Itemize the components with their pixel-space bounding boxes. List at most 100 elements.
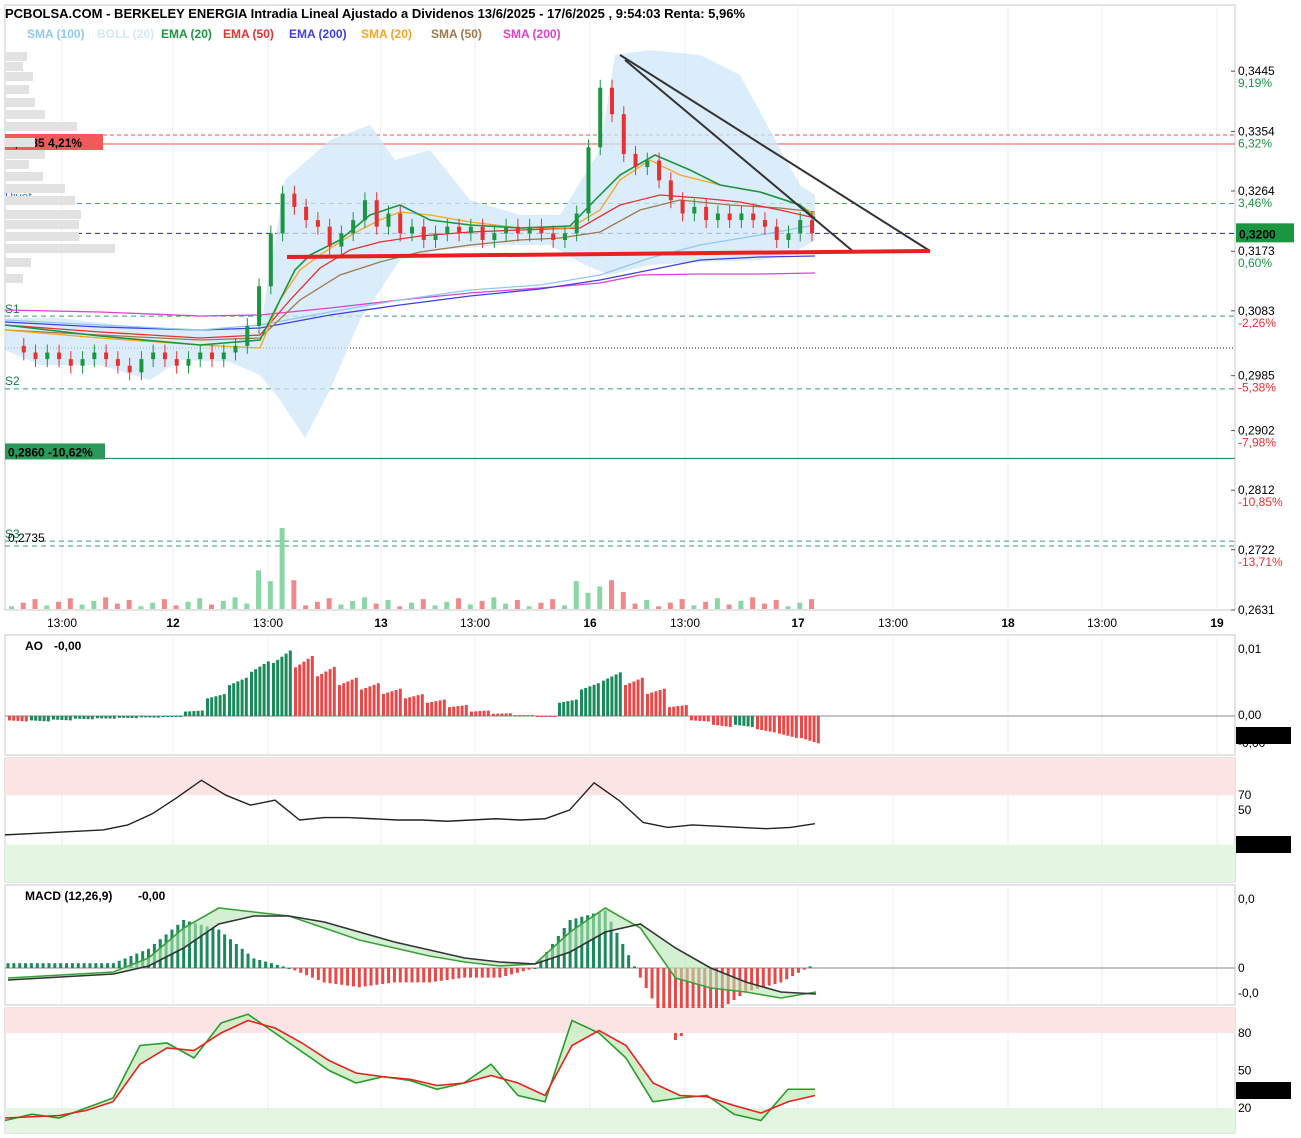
ao-bar: [442, 699, 446, 716]
ao-bar: [408, 697, 412, 716]
volume-bar: [785, 606, 791, 609]
candle-body: [786, 233, 791, 240]
candle-body: [727, 213, 732, 221]
ao-bar: [724, 716, 728, 727]
volume-profile-bar-3: [5, 85, 29, 94]
candle-body: [257, 286, 262, 327]
ao-bar: [206, 698, 209, 716]
ao-bar: [486, 710, 490, 716]
macd-histogram-bar: [293, 968, 297, 971]
volume-bar: [67, 598, 73, 609]
rsi-current-text: 47,045: [1239, 838, 1276, 852]
price-pct-label: 9,19%: [1238, 76, 1272, 90]
ao-bar: [646, 693, 649, 716]
ao-bar: [794, 716, 798, 738]
ao-label: AO: [25, 639, 43, 653]
ao-bar: [474, 711, 478, 716]
ao-bar: [376, 683, 380, 716]
volume-profile-bar-2: [5, 72, 33, 81]
macd-histogram-bar: [773, 968, 777, 984]
ao-bar: [562, 701, 566, 716]
candle-body: [339, 233, 344, 247]
ao-bar: [38, 716, 42, 721]
ao-bar: [218, 695, 222, 716]
ao-bar: [496, 713, 500, 716]
ao-bar: [250, 671, 253, 716]
candle-body: [774, 226, 779, 240]
macd-histogram-bar: [24, 963, 28, 968]
volume-bar: [20, 602, 26, 609]
ao-bar: [68, 716, 72, 721]
macd-histogram-bar: [480, 968, 484, 978]
ao-bar: [372, 684, 376, 716]
macd-histogram-bar: [615, 932, 619, 968]
macd-histogram-bar: [375, 968, 379, 985]
ao-bar: [654, 691, 658, 716]
candle-body: [598, 87, 603, 148]
volume-bar: [56, 601, 62, 609]
ao-bar: [232, 683, 236, 716]
sto-tick: 80: [1238, 1026, 1252, 1040]
ao-bar: [16, 716, 20, 721]
volume-bar: [761, 603, 767, 609]
candle-body: [292, 193, 297, 207]
price-pct-label: -10,85%: [1238, 495, 1283, 509]
ao-bar: [580, 689, 583, 716]
macd-histogram-bar: [35, 963, 39, 968]
ao-bar: [310, 655, 314, 716]
ao-bar: [192, 711, 196, 716]
ao-tick: 0,01: [1238, 642, 1262, 656]
candle-body: [468, 226, 473, 234]
time-axis-label: 13:00: [878, 616, 908, 630]
candle-body: [162, 352, 167, 360]
ao-bar: [618, 672, 622, 716]
candle-body: [21, 345, 26, 353]
ao-bar: [148, 716, 152, 718]
s1-label: S1: [5, 302, 20, 316]
macd-histogram-bar: [504, 968, 508, 976]
ao-bar: [742, 716, 746, 726]
candle-body: [433, 233, 438, 240]
macd-tick: 0,0: [1238, 892, 1255, 906]
ao-bar: [804, 716, 808, 740]
rsi-tick: 50: [1238, 803, 1252, 817]
ao-bar: [254, 669, 258, 716]
ao-bar: [328, 669, 332, 716]
ao-bar: [188, 711, 192, 716]
macd-histogram-bar: [357, 968, 361, 988]
ao-bar: [368, 686, 372, 716]
ao-bar: [126, 716, 130, 718]
macd-label: MACD (12,26,9): [25, 889, 112, 903]
candle-body: [198, 352, 203, 360]
ao-bar: [588, 686, 592, 716]
macd-histogram-bar: [445, 968, 449, 980]
price-pct-label: -13,71%: [1238, 555, 1283, 569]
ao-bar: [544, 716, 548, 717]
ao-bar: [690, 716, 693, 721]
time-axis-label: 13:00: [47, 616, 77, 630]
volume-profile-bar-17: [5, 258, 31, 267]
volume-profile-bar-5: [5, 110, 45, 119]
ao-bar: [434, 701, 438, 716]
volume-bar: [267, 581, 273, 609]
volume-profile-bar-15: [5, 232, 79, 241]
volume-bar: [503, 603, 509, 609]
volume-bar: [679, 599, 685, 609]
candle-body: [610, 87, 614, 115]
volume-profile-bar-1: [5, 62, 23, 71]
macd-histogram-bar: [510, 968, 514, 975]
macd-histogram-bar: [761, 968, 765, 988]
ao-bar: [56, 716, 60, 720]
macd-histogram-bar: [328, 968, 332, 984]
ao-bar: [316, 676, 319, 716]
ao-bar: [122, 716, 126, 718]
candle-body: [527, 226, 532, 234]
ao-bar: [640, 677, 644, 716]
volume-bar: [432, 605, 438, 609]
candle-body: [657, 160, 662, 181]
volume-profile-bar-18: [5, 274, 23, 283]
volume-bar: [620, 591, 626, 609]
ao-bar: [504, 713, 508, 716]
chart-title: PCBOLSA.COM - BERKELEY ENERGIA Intradia …: [5, 6, 745, 21]
volume-bar: [373, 603, 379, 609]
